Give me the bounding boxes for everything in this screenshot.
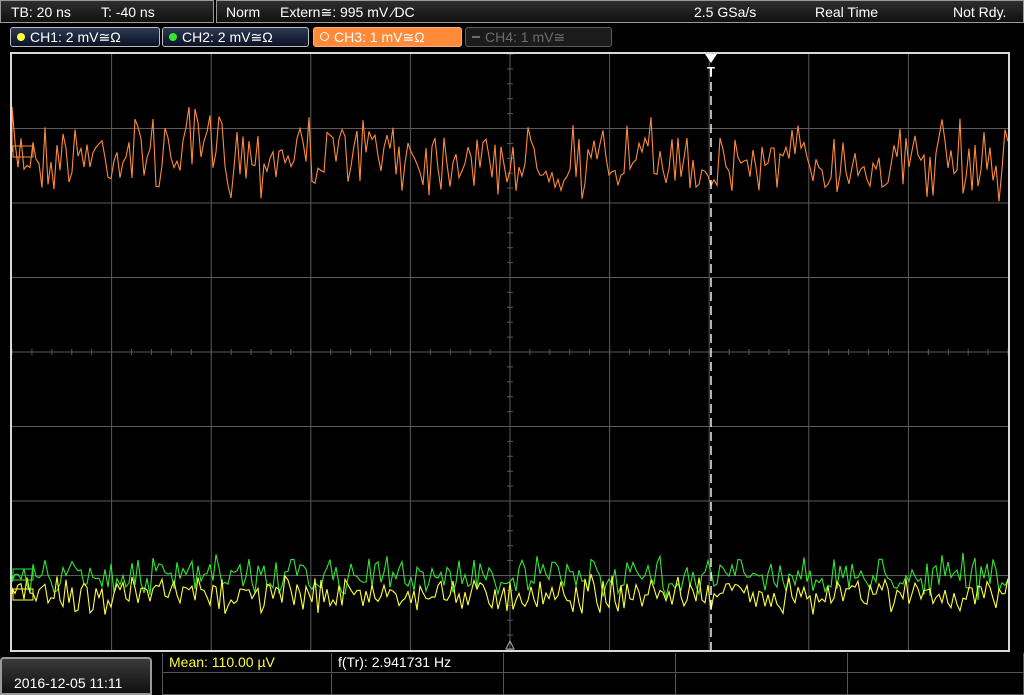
trigger-marker-label: T: [707, 64, 715, 79]
meas-cell-empty-8[interactable]: [848, 673, 1024, 695]
meas-cell-empty-7[interactable]: [676, 673, 848, 695]
graticule-svg: T: [12, 54, 1008, 650]
meas-cell-empty-2[interactable]: [676, 653, 848, 673]
channel-tab-ch1[interactable]: CH1: 2 mV≅Ω: [10, 27, 160, 47]
measurement-panel[interactable]: Mean: 110.00 µV f(Tr): 2.941731 Hz: [162, 653, 1024, 695]
status-bar: TB: 20 ns T: -40 ns Norm Extern≅: 995 mV…: [0, 0, 1024, 24]
datetime-readout: 2016-12-05 11:11: [14, 675, 123, 691]
ch4-off-indicator: [472, 36, 480, 38]
channel-tab-ch3[interactable]: CH3: 1 mV≅Ω: [313, 27, 462, 47]
acquisition-mode: Real Time: [815, 4, 879, 20]
timebase-box[interactable]: TB: 20 ns T: -40 ns: [0, 0, 214, 23]
ch1-label: CH1: 2 mV≅Ω: [30, 29, 121, 45]
frequency-measurement: f(Tr): 2.941731 Hz: [338, 654, 452, 670]
acquisition-status: Not Rdy.: [953, 4, 1007, 20]
meas-cell-freq[interactable]: f(Tr): 2.941731 Hz: [332, 653, 504, 673]
ch3-color-dot: [320, 32, 329, 41]
meas-cell-empty-4[interactable]: [162, 673, 332, 695]
waveform-display[interactable]: T: [10, 52, 1010, 652]
trigger-marker-icon: [705, 54, 717, 63]
ch2-label: CH2: 2 mV≅Ω: [182, 29, 273, 45]
sample-rate: 2.5 GSa/s: [694, 4, 757, 20]
trigger-source: Extern≅: 995 mV ⁄DC: [280, 4, 415, 20]
graticule-grid: [12, 54, 1008, 650]
channel-tab-ch4[interactable]: CH4: 1 mV≅: [465, 27, 612, 47]
trigger-box[interactable]: Norm Extern≅: 995 mV ⁄DC 2.5 GSa/s Real …: [216, 0, 1024, 23]
meas-cell-empty-1[interactable]: [504, 653, 676, 673]
meas-cell-mean[interactable]: Mean: 110.00 µV: [162, 653, 332, 673]
trigger-time-readout: T: -40 ns: [101, 4, 155, 20]
ch2-color-dot: [169, 33, 177, 41]
channel-tab-ch2[interactable]: CH2: 2 mV≅Ω: [162, 27, 309, 47]
ch3-label: CH3: 1 mV≅Ω: [334, 29, 425, 45]
ch4-label: CH4: 1 mV≅: [485, 29, 566, 45]
trigger-mode: Norm: [226, 4, 261, 20]
meas-cell-empty-6[interactable]: [504, 673, 676, 695]
ch1-color-dot: [17, 33, 25, 41]
timebase-readout: TB: 20 ns: [11, 4, 71, 20]
meas-cell-empty-3[interactable]: [848, 653, 1024, 673]
meas-cell-empty-5[interactable]: [332, 673, 504, 695]
mean-measurement: Mean: 110.00 µV: [169, 654, 275, 670]
datetime-box[interactable]: 2016-12-05 11:11: [0, 657, 152, 695]
